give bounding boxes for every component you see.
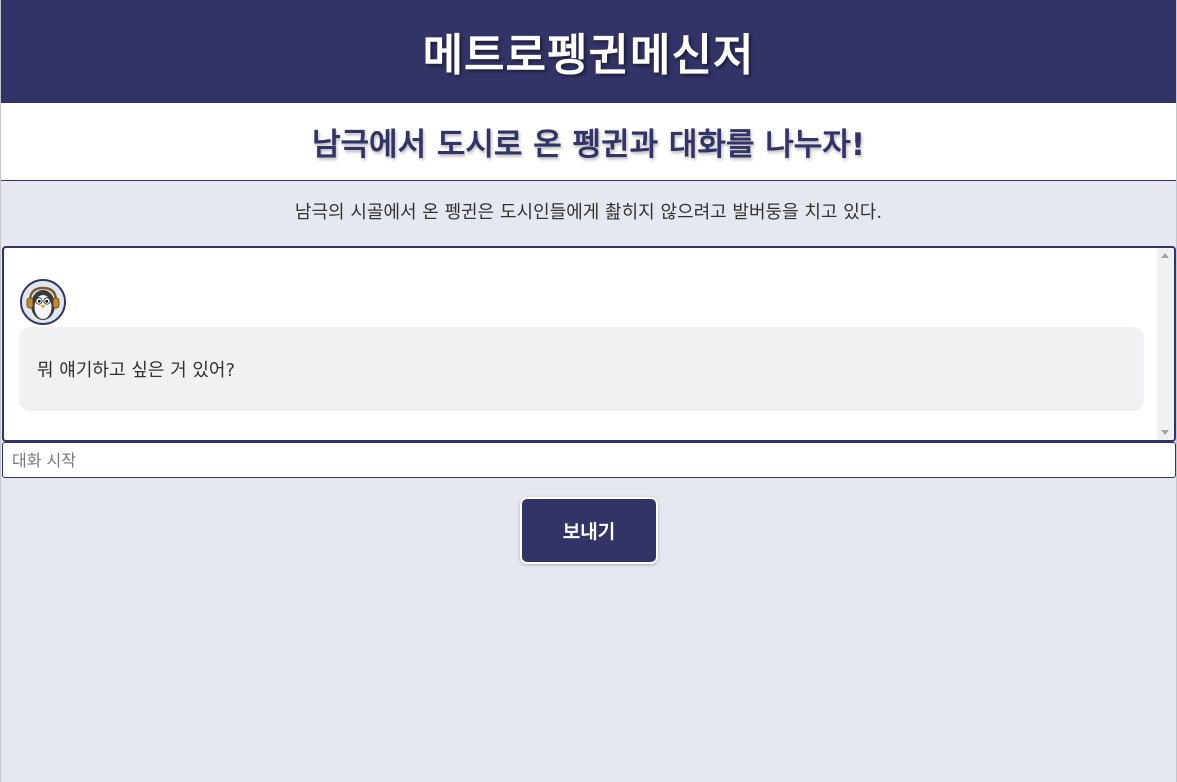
page-subtitle: 남극에서 도시로 온 펭귄과 대화를 나누자! xyxy=(312,127,865,163)
scroll-down-arrow-icon[interactable] xyxy=(1161,430,1169,435)
send-button[interactable]: 보내기 xyxy=(520,497,658,564)
scroll-up-arrow-icon[interactable] xyxy=(1161,253,1169,258)
page-description: 남극의 시골에서 온 펭귄은 도시인들에게 촲히지 않으려고 발버둥을 치고 있… xyxy=(294,202,883,223)
app-title: 메트로펭귄메신저 xyxy=(422,29,755,81)
chat-message-text: 뭐 얘기하고 싶은 거 있어? xyxy=(37,360,236,381)
app-header: 메트로펭귄메신저 xyxy=(1,0,1176,103)
penguin-with-headphones-icon xyxy=(22,281,64,323)
chat-scrollbar[interactable] xyxy=(1157,248,1174,440)
penguin-avatar-icon xyxy=(20,279,66,325)
chat-message-input[interactable] xyxy=(2,442,1176,478)
chat-log[interactable]: 뭐 얘기하고 싶은 거 있어? xyxy=(2,246,1176,442)
page-subtitle-bar: 남극에서 도시로 온 펭귄과 대화를 나누자! xyxy=(1,103,1176,181)
app-page: 메트로펭귄메신저 남극에서 도시로 온 펭귄과 대화를 나누자! 남극의 시골에… xyxy=(0,0,1177,782)
chat-message-bubble: 뭐 얘기하고 싶은 거 있어? xyxy=(20,327,1143,409)
